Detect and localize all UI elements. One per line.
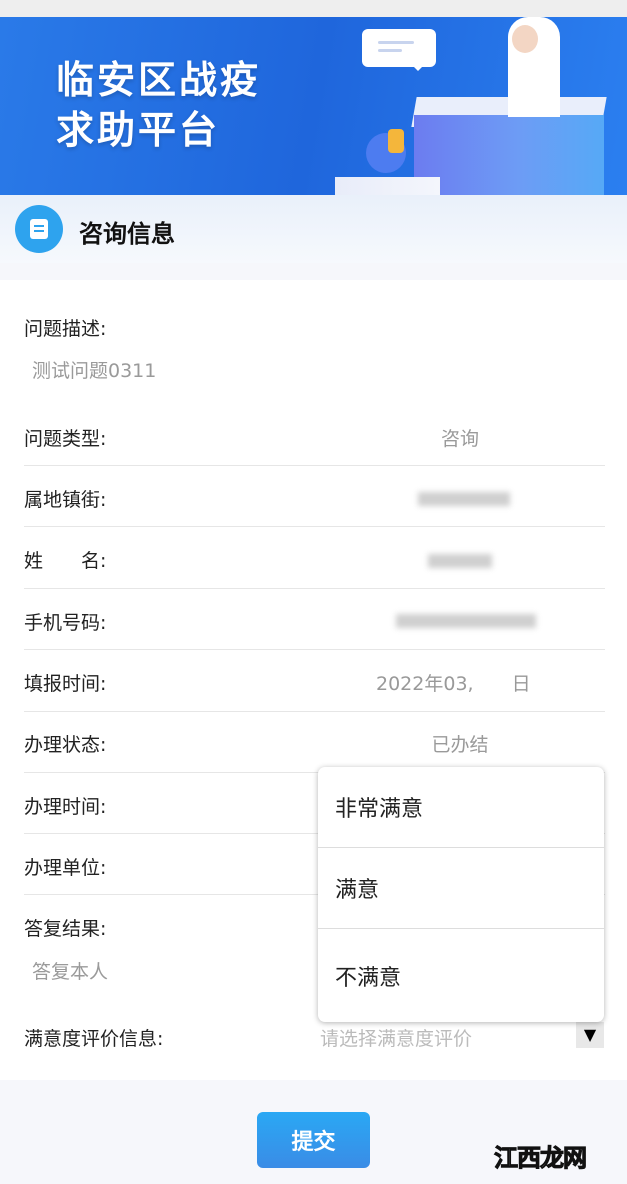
phone-label: 手机号码: bbox=[24, 612, 107, 634]
satisfaction-select[interactable]: 请选择满意度评价 bbox=[320, 1024, 472, 1051]
handle-unit-label: 办理单位: bbox=[24, 857, 107, 879]
satisfaction-label: 满意度评价信息: bbox=[24, 1028, 164, 1050]
section-header: 咨询信息 bbox=[0, 195, 627, 263]
banner: 临安区战疫 求助平台 bbox=[0, 17, 627, 195]
report-time-label: 填报时间: bbox=[24, 673, 107, 695]
option-satisfied[interactable]: 满意 bbox=[318, 848, 604, 929]
phone-value-redacted bbox=[396, 614, 536, 628]
divider bbox=[24, 465, 605, 466]
submit-button[interactable]: 提交 bbox=[257, 1112, 370, 1168]
option-unsatisfied[interactable]: 不满意 bbox=[318, 929, 604, 1022]
street-value-redacted bbox=[418, 492, 510, 506]
description-label: 问题描述: bbox=[24, 318, 107, 340]
type-value: 咨询 bbox=[440, 428, 479, 450]
divider bbox=[24, 711, 605, 712]
doctor-illustration bbox=[512, 25, 538, 53]
type-label: 问题类型: bbox=[24, 428, 107, 450]
option-very-satisfied[interactable]: 非常满意 bbox=[318, 767, 604, 848]
name-value-redacted bbox=[428, 554, 492, 568]
person-illustration bbox=[388, 129, 404, 153]
banner-title: 临安区战疫 求助平台 bbox=[56, 57, 262, 152]
divider bbox=[24, 649, 605, 650]
status-value: 已办结 bbox=[431, 734, 489, 756]
divider bbox=[24, 526, 605, 527]
divider bbox=[24, 588, 605, 589]
report-time-value: 2022年03, 日 bbox=[376, 673, 531, 695]
illustration bbox=[335, 177, 440, 195]
message-icon bbox=[15, 205, 63, 253]
status-bar bbox=[0, 0, 627, 17]
dropdown-arrow-icon[interactable]: ▼ bbox=[576, 1022, 604, 1048]
section-title: 咨询信息 bbox=[79, 220, 175, 248]
satisfaction-dropdown: 非常满意 满意 不满意 bbox=[318, 767, 604, 1022]
watermark: 江西龙网 bbox=[494, 1144, 588, 1173]
name-label: 姓 名: bbox=[24, 550, 107, 572]
illustration bbox=[414, 115, 604, 195]
reply-value: 答复本人 bbox=[32, 961, 109, 983]
description-value: 测试问题0311 bbox=[32, 360, 157, 382]
chat-bubble-illustration bbox=[362, 29, 436, 71]
reply-label: 答复结果: bbox=[24, 918, 107, 940]
status-label: 办理状态: bbox=[24, 734, 107, 756]
street-label: 属地镇街: bbox=[24, 489, 107, 511]
handle-time-label: 办理时间: bbox=[24, 796, 107, 818]
